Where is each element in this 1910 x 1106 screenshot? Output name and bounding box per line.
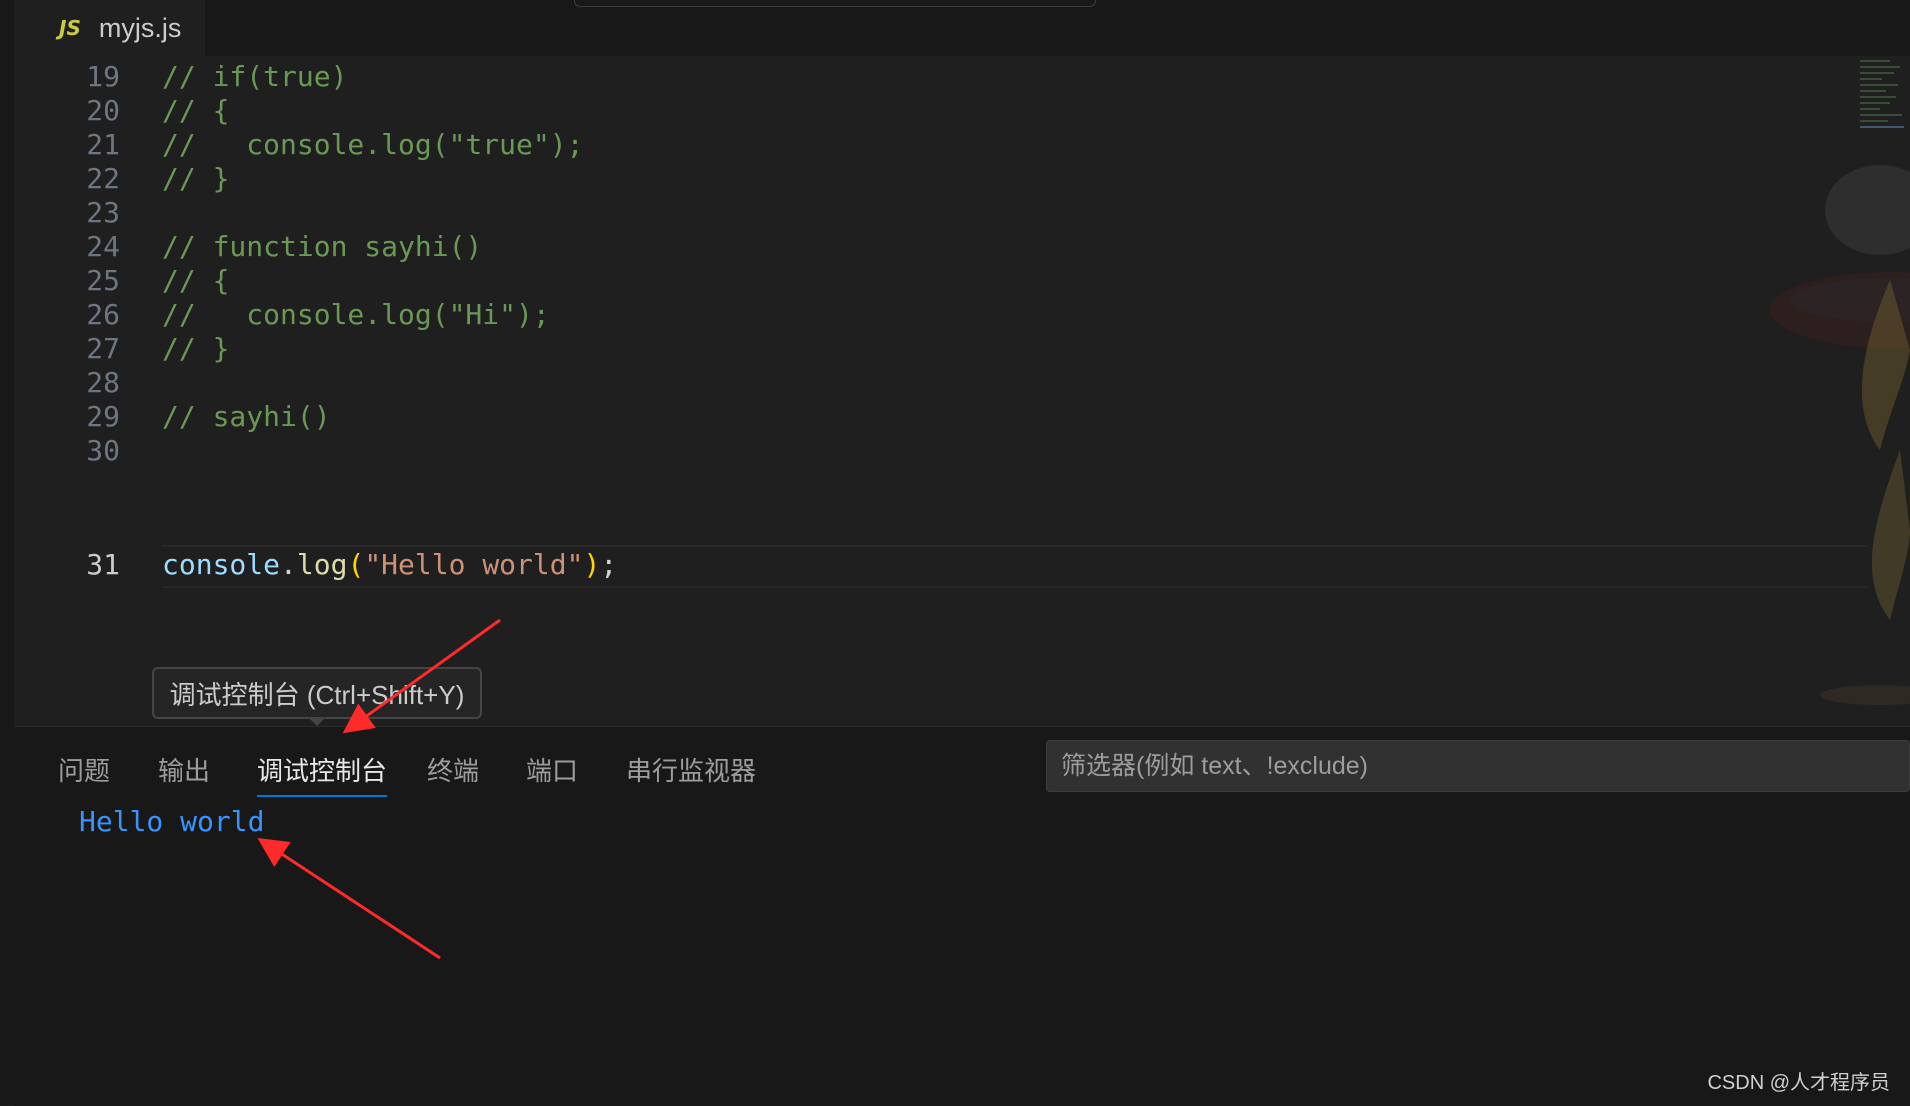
- token-string: "Hello world": [364, 548, 584, 581]
- filter-input[interactable]: 筛选器(例如 text、!exclude): [1046, 740, 1910, 792]
- tab-terminal[interactable]: 终端: [427, 747, 479, 795]
- debug-console-output: Hello world: [79, 805, 265, 838]
- code-editor[interactable]: 19// if(true) 20// { 21// console.log("t…: [14, 56, 1910, 726]
- token-close-paren: ): [583, 548, 601, 581]
- token-console: console: [162, 548, 281, 581]
- tab-ports[interactable]: 端口: [526, 747, 578, 795]
- editor-tab-label: myjs.js: [98, 12, 182, 43]
- token-semicolon: ;: [600, 548, 618, 581]
- token-open-paren: (: [347, 548, 365, 581]
- javascript-file-icon: JS: [59, 16, 81, 40]
- token-log: log: [296, 548, 348, 581]
- code-line-current: 31 console.log("Hello world");: [14, 544, 1854, 585]
- code-line: 30: [14, 430, 1854, 471]
- debug-console-tooltip: 调试控制台 (Ctrl+Shift+Y): [152, 667, 482, 719]
- line-number: 30: [86, 434, 120, 467]
- tab-serial-monitor[interactable]: 串行监视器: [626, 747, 756, 795]
- tab-problems[interactable]: 问题: [58, 747, 110, 795]
- tooltip-pointer: [308, 717, 326, 726]
- command-center-edge: [574, 0, 1096, 7]
- tab-output[interactable]: 输出: [158, 747, 210, 795]
- editor-tab-myjs[interactable]: JS myjs.js: [14, 0, 206, 56]
- bottom-panel: 问题 输出 调试控制台 终端 端口 串行监视器 筛选器(例如 text、!exc…: [14, 726, 1910, 1106]
- editor-tab-bar: JS myjs.js: [14, 0, 1910, 57]
- tab-debug-console[interactable]: 调试控制台: [257, 747, 388, 797]
- activity-strip: [0, 0, 15, 1105]
- token-dot: .: [280, 548, 297, 581]
- line-number: 31: [86, 548, 120, 581]
- watermark: CSDN @人才程序员: [1707, 1072, 1890, 1094]
- code-text: console.log("Hello world");: [162, 544, 617, 585]
- background-decoration-image: [1770, 165, 1910, 705]
